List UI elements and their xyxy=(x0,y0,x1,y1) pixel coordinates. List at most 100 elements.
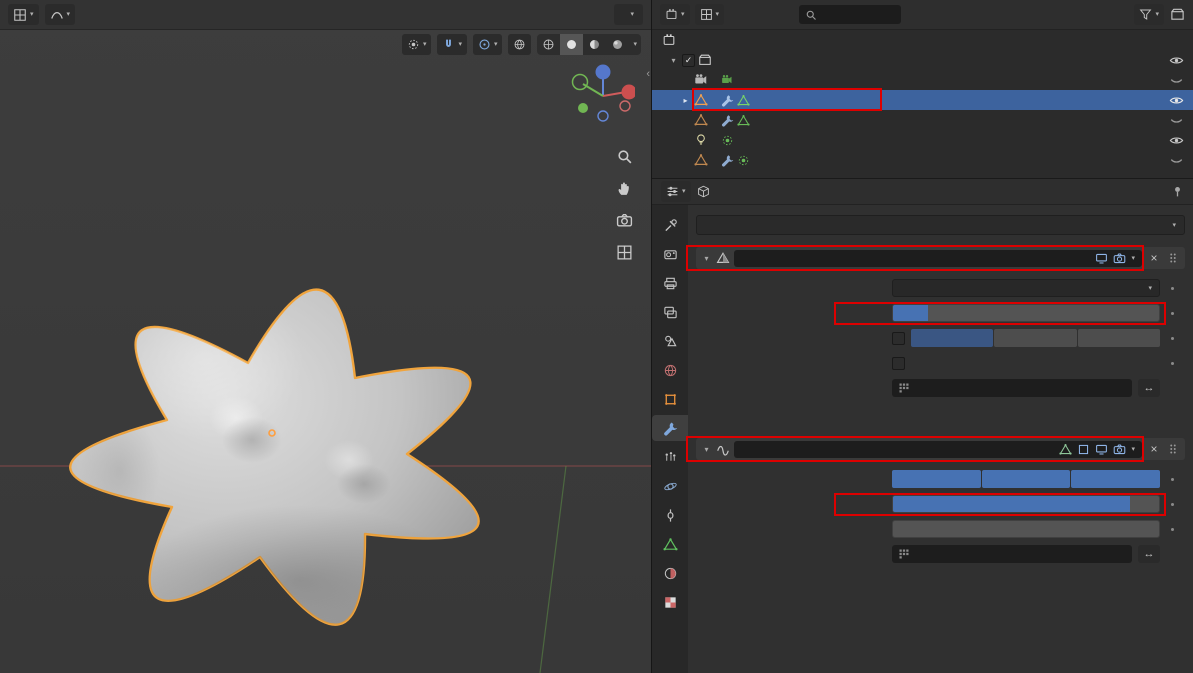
outliner-display-mode-button[interactable]: ▾ xyxy=(660,4,690,25)
vertex-group-field[interactable] xyxy=(892,545,1132,563)
snap-toggle-button[interactable]: ▾ xyxy=(437,34,467,55)
display-render-icon[interactable] xyxy=(1113,252,1126,265)
invert-vertex-group-button[interactable]: ↔ xyxy=(1138,379,1160,397)
eye-icon[interactable] xyxy=(1169,53,1184,68)
tab-particles[interactable] xyxy=(652,444,688,470)
viewport-3d[interactable]: ▾ ▾ ▾ ▾ ▾ ▾ ▾ ‹ xyxy=(0,0,652,673)
symmetry-axis-z-button[interactable] xyxy=(1077,329,1160,347)
shading-solid-button[interactable] xyxy=(560,34,584,55)
shading-rendered-button[interactable] xyxy=(606,34,629,55)
eye-icon[interactable] xyxy=(1169,133,1184,148)
eye-closed-icon[interactable] xyxy=(1169,113,1184,128)
display-viewport-icon[interactable] xyxy=(1095,443,1108,456)
delete-modifier-button[interactable]: × xyxy=(1146,442,1162,456)
ratio-slider[interactable] xyxy=(892,304,1160,322)
shading-globe-button[interactable] xyxy=(508,34,532,55)
outliner-row-particle-emitter[interactable] xyxy=(652,150,1193,170)
expand-triangle-icon[interactable]: ▾ xyxy=(701,254,712,263)
animate-dot[interactable] xyxy=(1170,527,1174,531)
pin-icon[interactable] xyxy=(1171,185,1184,198)
expand-triangle-icon[interactable]: ▾ xyxy=(701,445,712,454)
tab-tool[interactable] xyxy=(652,212,688,238)
delete-modifier-button[interactable]: × xyxy=(1146,251,1162,265)
filter-button[interactable]: ▾ xyxy=(1134,4,1164,25)
outliner-row-scene-collection[interactable] xyxy=(652,30,1193,50)
gizmo-dropdown-button[interactable]: ▾ xyxy=(401,34,432,55)
vertex-group-field[interactable] xyxy=(892,379,1132,397)
zoom-icon[interactable] xyxy=(616,148,633,165)
animate-dot[interactable] xyxy=(1170,311,1174,315)
tab-output[interactable] xyxy=(652,270,688,296)
edit-mode-display-icon[interactable] xyxy=(1059,443,1072,456)
decimate-mode-dropdown[interactable]: ▾ xyxy=(892,279,1160,297)
chevron-down-icon[interactable]: ▾ xyxy=(1131,446,1135,453)
gizmo-x-ball[interactable] xyxy=(621,84,636,100)
invert-vertex-group-button[interactable]: ↔ xyxy=(1138,545,1160,563)
eye-closed-icon[interactable] xyxy=(1169,153,1184,168)
proportional-edit-button[interactable]: ▾ xyxy=(472,34,503,55)
smooth-header[interactable]: ▾ ▾ × xyxy=(696,438,1185,460)
display-viewport-icon[interactable] xyxy=(1095,252,1108,265)
shading-material-button[interactable] xyxy=(583,34,606,55)
repeat-field[interactable] xyxy=(892,520,1160,538)
outliner-view-button[interactable]: ▾ xyxy=(694,4,725,25)
tab-view-layer[interactable] xyxy=(652,299,688,325)
tab-render[interactable] xyxy=(652,241,688,267)
outliner-row-light[interactable] xyxy=(652,130,1193,150)
search-input[interactable] xyxy=(822,8,893,21)
tab-physics[interactable] xyxy=(652,473,688,499)
shading-wireframe-button[interactable] xyxy=(537,34,560,55)
smooth-axis-z-button[interactable] xyxy=(1071,470,1161,488)
tab-object[interactable] xyxy=(652,386,688,412)
properties-editor-type-button[interactable]: ▾ xyxy=(661,181,691,202)
collection-checkbox[interactable]: ✓ xyxy=(682,53,695,67)
gizmo-y-ball[interactable] xyxy=(571,73,589,91)
disclosure-triangle-icon[interactable]: ▾ xyxy=(668,56,679,65)
animate-dot[interactable] xyxy=(1170,502,1174,506)
eye-icon[interactable] xyxy=(1169,93,1184,108)
animate-dot[interactable] xyxy=(1170,336,1174,340)
symmetry-checkbox[interactable] xyxy=(892,331,905,345)
triangulate-checkbox[interactable] xyxy=(892,356,905,370)
mode-dropdown-button[interactable]: ▾ xyxy=(44,4,76,25)
gizmo-neg-z-ball[interactable] xyxy=(597,110,609,122)
gizmo-z-ball[interactable] xyxy=(595,64,611,80)
chevron-down-icon[interactable]: ▾ xyxy=(1131,255,1135,262)
eye-closed-icon[interactable] xyxy=(1169,73,1184,88)
tab-object-data[interactable] xyxy=(652,531,688,557)
tab-texture[interactable] xyxy=(652,589,688,615)
on-cage-icon[interactable] xyxy=(1077,443,1090,456)
symmetry-axis-y-button[interactable] xyxy=(994,329,1077,347)
factor-slider[interactable] xyxy=(892,495,1160,513)
tab-constraints[interactable] xyxy=(652,502,688,528)
options-button[interactable]: ▾ xyxy=(614,4,643,25)
tab-material[interactable] xyxy=(652,560,688,586)
outliner-row-custom-norms[interactable]: ▸ xyxy=(652,90,1193,110)
smooth-axis-y-button[interactable] xyxy=(981,470,1071,488)
drag-handle-icon[interactable] xyxy=(1166,251,1180,265)
tab-modifiers[interactable] xyxy=(652,415,688,441)
drag-handle-icon[interactable] xyxy=(1166,442,1180,456)
tab-scene[interactable] xyxy=(652,328,688,354)
smooth-axis-x-button[interactable] xyxy=(892,470,981,488)
camera-view-icon[interactable] xyxy=(616,212,633,229)
animate-dot[interactable] xyxy=(1170,477,1174,481)
pan-hand-icon[interactable] xyxy=(616,180,633,197)
symmetry-axis-x-button[interactable] xyxy=(911,329,994,347)
region-collapse-arrow[interactable]: ‹ xyxy=(646,68,650,80)
gizmo-neg-y-ball[interactable] xyxy=(578,103,588,113)
decimate-name-field[interactable]: ▾ xyxy=(734,249,1142,267)
tab-world[interactable] xyxy=(652,357,688,383)
animate-dot[interactable] xyxy=(1170,286,1174,290)
add-modifier-dropdown[interactable]: ▾ xyxy=(696,215,1185,235)
outliner-row-foliage[interactable] xyxy=(652,110,1193,130)
display-render-icon[interactable] xyxy=(1113,443,1126,456)
disclosure-triangle-icon[interactable]: ▸ xyxy=(680,96,691,105)
ortho-grid-icon[interactable] xyxy=(616,244,633,261)
outliner-row-camera[interactable] xyxy=(652,70,1193,90)
outliner-search-box[interactable] xyxy=(799,5,902,24)
gizmo-neg-x-ball[interactable] xyxy=(619,100,631,112)
decimate-header[interactable]: ▾ ▾ × xyxy=(696,247,1185,269)
smooth-name-field[interactable]: ▾ xyxy=(734,440,1142,458)
navigation-gizmo[interactable] xyxy=(571,62,635,126)
